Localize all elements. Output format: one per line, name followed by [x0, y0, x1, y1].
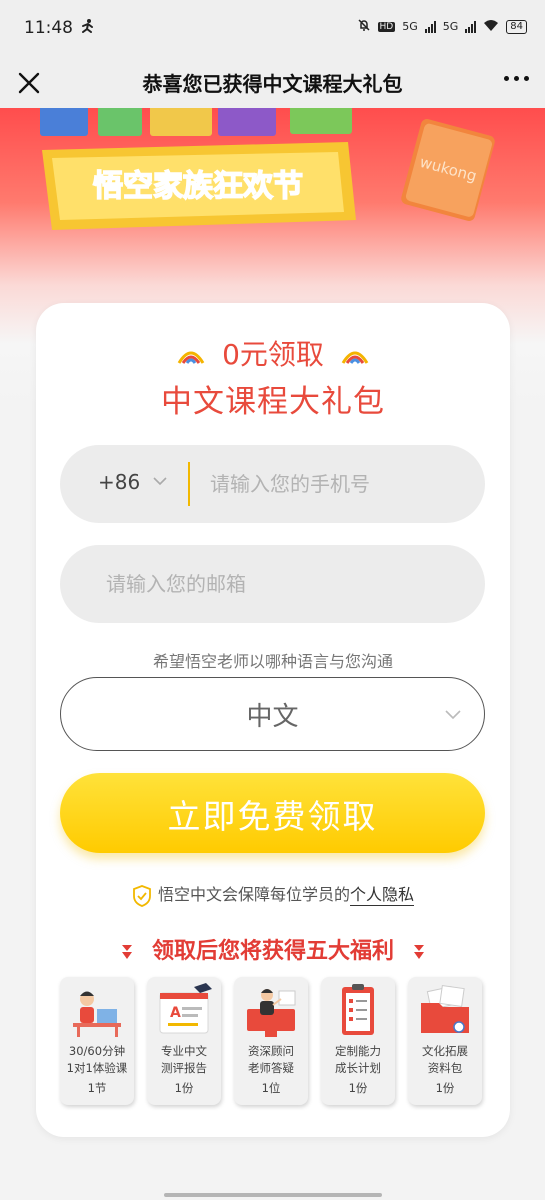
- benefits-title: 领取后您将获得五大福利: [151, 939, 394, 964]
- privacy-notice: 悟空中文会保障每位学员的个人隐私: [36, 881, 510, 907]
- claim-free-label: 立即免费领取: [167, 797, 378, 836]
- nav-bar: 恭喜您已获得中文课程大礼包: [0, 58, 545, 108]
- gift-box-decoration: [150, 108, 212, 136]
- offer-headline: 0元领取: [222, 338, 324, 371]
- status-icons: HD 5G 5G 84: [357, 18, 527, 35]
- status-bar: 11:48 HD 5G 5G 84: [0, 0, 545, 58]
- benefit-card: A 专业中文 测评报告 1份: [147, 977, 221, 1105]
- mute-icon: [357, 18, 371, 35]
- activity-icon: [80, 18, 96, 38]
- signal-icon: [424, 20, 436, 33]
- gift-box-decoration: [218, 108, 276, 136]
- phone-input[interactable]: [210, 467, 470, 501]
- benefit-card: 资深顾问 老师答疑 1位: [234, 977, 308, 1105]
- folder-materials-icon: [421, 984, 469, 1033]
- email-field: [60, 545, 485, 623]
- privacy-text: 悟空中文会保障每位学员的: [157, 885, 350, 904]
- rainbow-fan-icon: [341, 351, 369, 364]
- gift-box-decoration: [290, 108, 352, 134]
- book-decoration: wukong: [401, 119, 495, 221]
- network-5g-label-2: 5G: [442, 20, 459, 33]
- festival-title: 悟空家族狂欢节: [93, 169, 303, 204]
- language-select[interactable]: 中文: [60, 677, 485, 751]
- wifi-icon: [483, 19, 499, 34]
- phone-field: +86: [60, 445, 485, 523]
- benefits-list: 30/60分钟 1对1体验课 1节 A 专业中文 测评报告 1份 资深顾问 老师…: [60, 977, 485, 1105]
- benefit-label: 30/60分钟 1对1体验课: [66, 1044, 128, 1075]
- festival-sign: 悟空家族狂欢节: [42, 142, 356, 230]
- close-icon: [18, 72, 40, 94]
- down-arrow-icon: [121, 945, 132, 959]
- benefit-count: 1份: [174, 1081, 194, 1095]
- offer-subheadline: 中文课程大礼包: [161, 384, 385, 420]
- benefit-count: 1份: [348, 1081, 368, 1095]
- teacher-laptop-icon: [73, 991, 121, 1037]
- country-code-selector[interactable]: +86: [98, 470, 140, 494]
- signal-icon-2: [465, 20, 477, 33]
- clipboard-plan-icon: [342, 984, 374, 1035]
- benefit-count: 1份: [435, 1081, 455, 1095]
- shield-icon: [133, 884, 151, 907]
- gift-box-decoration: [40, 108, 88, 136]
- email-input[interactable]: [106, 567, 466, 601]
- benefit-count: 1节: [87, 1081, 107, 1095]
- claim-free-button[interactable]: 立即免费领取: [60, 773, 485, 853]
- battery-icon: 84: [506, 19, 527, 34]
- chevron-down-icon: [445, 710, 461, 720]
- more-options-button[interactable]: [504, 76, 529, 81]
- page-title: 恭喜您已获得中文课程大礼包: [142, 72, 403, 96]
- language-selected-value: 中文: [246, 702, 299, 732]
- offer-headline-row: 0元领取: [36, 333, 510, 373]
- field-divider: [188, 462, 190, 506]
- benefit-card: 30/60分钟 1对1体验课 1节: [60, 977, 134, 1105]
- benefit-label: 文化拓展 资料包: [422, 1044, 468, 1075]
- benefit-label: 专业中文 测评报告: [161, 1044, 207, 1075]
- signup-card: 0元领取 中文课程大礼包 +86 希望悟空老师以哪种语言与您沟通 中文 立即免费…: [36, 303, 510, 1137]
- rainbow-fan-icon: [177, 351, 205, 364]
- language-prompt: 希望悟空老师以哪种语言与您沟通: [152, 652, 393, 671]
- close-button[interactable]: [14, 68, 44, 98]
- chevron-down-icon[interactable]: [152, 475, 168, 487]
- benefits-title-row: 领取后您将获得五大福利: [36, 933, 510, 965]
- privacy-link[interactable]: 个人隐私: [350, 885, 415, 906]
- svg-text:A: A: [170, 1005, 181, 1021]
- home-indicator[interactable]: [164, 1193, 382, 1197]
- benefit-card: 定制能力 成长计划 1份: [321, 977, 395, 1105]
- advisor-icon: [247, 989, 296, 1037]
- gift-box-decoration: [98, 108, 142, 136]
- hd-badge: HD: [377, 21, 396, 32]
- network-5g-label: 5G: [402, 20, 418, 33]
- benefit-count: 1位: [261, 1081, 281, 1095]
- benefit-label: 定制能力 成长计划: [335, 1044, 381, 1075]
- benefit-label: 资深顾问 老师答疑: [248, 1044, 294, 1075]
- status-time: 11:48: [24, 18, 73, 38]
- benefit-card: 文化拓展 资料包 1份: [408, 977, 482, 1105]
- report-icon: A: [159, 983, 212, 1034]
- down-arrow-icon: [414, 945, 424, 959]
